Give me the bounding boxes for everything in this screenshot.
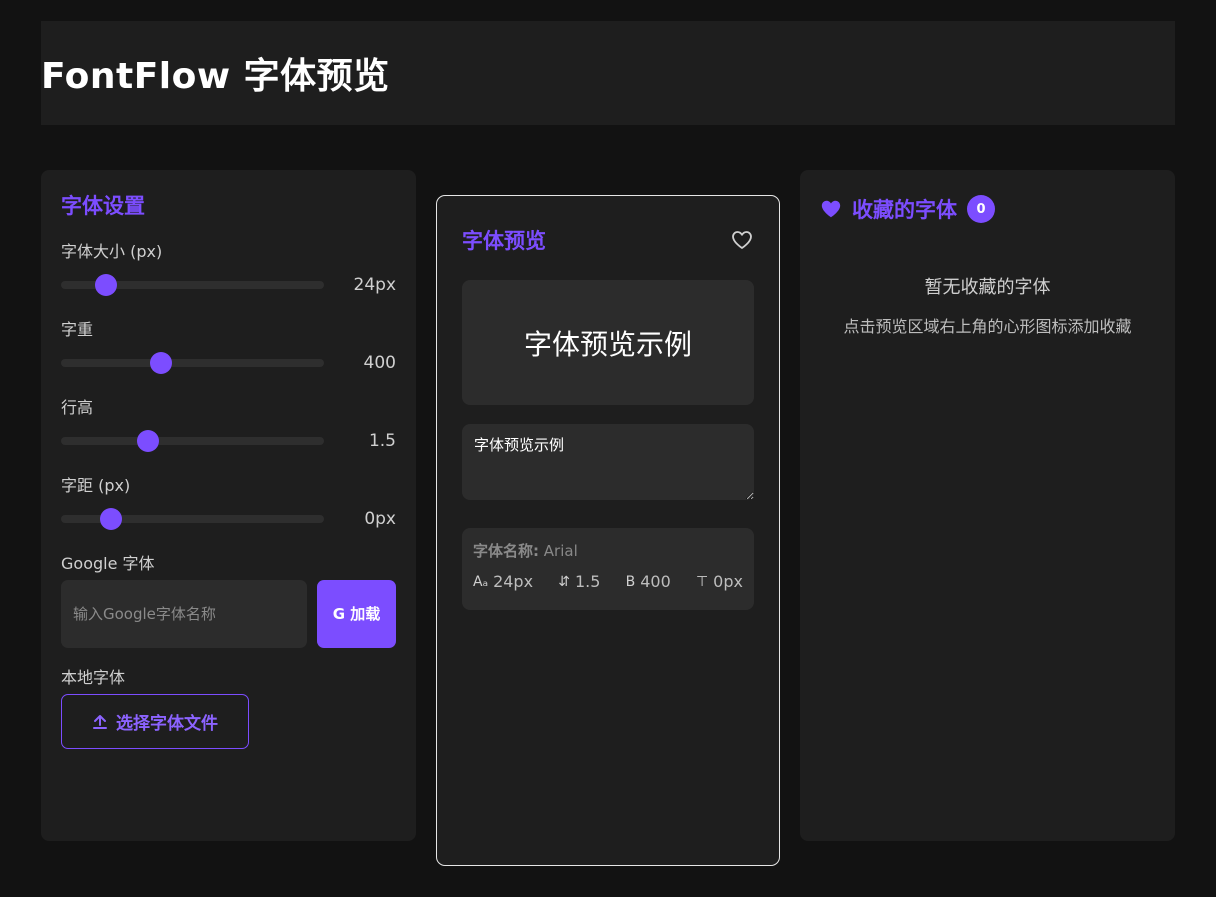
metric-size: Aₐ 24px: [473, 572, 533, 591]
line-height-value: 1.5: [368, 431, 396, 451]
metric-spacing: ⊤ 0px: [696, 572, 743, 591]
font-preview-panel: 字体预览 字体预览示例 字体预览示例 字体名称: Arial Aₐ 24px ⇵…: [436, 195, 780, 866]
letter-spacing-slider[interactable]: [61, 508, 324, 530]
metric-line-height-value: 1.5: [574, 572, 601, 591]
choose-font-file-button[interactable]: 选择字体文件: [61, 694, 249, 749]
font-size-slider-row: 24px: [61, 270, 396, 300]
letter-spacing-value: 0px: [364, 509, 396, 529]
letter-spacing-slider-thumb[interactable]: [99, 508, 122, 530]
font-size-slider-thumb[interactable]: [94, 274, 117, 296]
favorites-count-badge: 0: [967, 195, 995, 223]
metric-weight-value: 400: [640, 572, 671, 591]
preview-title: 字体预览: [462, 229, 546, 253]
metric-spacing-value: 0px: [713, 572, 743, 591]
choose-font-file-label: 选择字体文件: [116, 714, 218, 734]
load-google-font-button[interactable]: G 加载: [317, 580, 396, 648]
font-size-slider[interactable]: [61, 274, 324, 296]
google-font-row: G 加载: [61, 580, 396, 648]
favorites-empty-title: 暂无收藏的字体: [924, 277, 1051, 298]
letter-spacing-label: 字距 (px): [61, 476, 131, 495]
app-title: FontFlow 字体预览: [41, 56, 390, 97]
favorites-panel: 收藏的字体 0 暂无收藏的字体 点击预览区域右上角的心形图标添加收藏: [800, 170, 1175, 841]
font-weight-label: 字重: [61, 320, 94, 339]
line-height-slider-thumb[interactable]: [136, 430, 159, 452]
favorites-title: 收藏的字体: [852, 198, 957, 222]
font-name-value: Arial: [543, 542, 578, 560]
local-font-label: 本地字体: [61, 668, 126, 687]
metric-line-height: ⇵ 1.5: [558, 572, 600, 591]
font-size-value: 24px: [353, 275, 396, 295]
font-name-label: 字体名称:: [473, 542, 539, 560]
font-settings-panel: 字体设置 字体大小 (px) 24px 字重 400 行高 1.5 字距 (px…: [41, 170, 416, 841]
font-size-label: 字体大小 (px): [61, 242, 163, 261]
metric-size-value: 24px: [493, 572, 534, 591]
font-weight-slider[interactable]: [61, 352, 324, 374]
letter-spacing-icon: ⊤: [695, 573, 709, 590]
app-header: FontFlow 字体预览: [41, 21, 1175, 125]
upload-icon: [93, 714, 107, 729]
line-height-label: 行高: [61, 398, 94, 417]
line-height-slider[interactable]: [61, 430, 324, 452]
preview-sample[interactable]: 字体预览示例: [462, 280, 754, 405]
favorites-empty-description: 点击预览区域右上角的心形图标添加收藏: [843, 317, 1132, 336]
font-weight-slider-row: 400: [61, 348, 396, 378]
preview-text-input[interactable]: 字体预览示例: [462, 424, 754, 500]
heart-filled-icon: [821, 200, 841, 218]
heart-outline-icon[interactable]: [730, 228, 754, 252]
text-size-icon: Aₐ: [473, 573, 489, 590]
metric-weight: B 400: [626, 572, 671, 591]
google-font-label: Google 字体: [61, 554, 155, 573]
font-name-line: 字体名称: Arial: [473, 540, 743, 566]
google-font-input[interactable]: [61, 580, 307, 648]
preview-header: 字体预览: [462, 222, 754, 258]
font-metrics: Aₐ 24px ⇵ 1.5 B 400 ⊤ 0px: [473, 572, 743, 591]
font-weight-value: 400: [363, 353, 396, 373]
favorites-header: 收藏的字体 0: [820, 194, 1155, 224]
font-info-box: 字体名称: Arial Aₐ 24px ⇵ 1.5 B 400 ⊤ 0px: [462, 528, 754, 610]
line-height-slider-row: 1.5: [61, 426, 396, 456]
settings-title: 字体设置: [61, 194, 145, 218]
bold-icon: B: [625, 573, 636, 590]
line-height-icon: ⇵: [558, 573, 570, 590]
letter-spacing-slider-row: 0px: [61, 504, 396, 534]
font-weight-slider-thumb[interactable]: [149, 352, 172, 374]
